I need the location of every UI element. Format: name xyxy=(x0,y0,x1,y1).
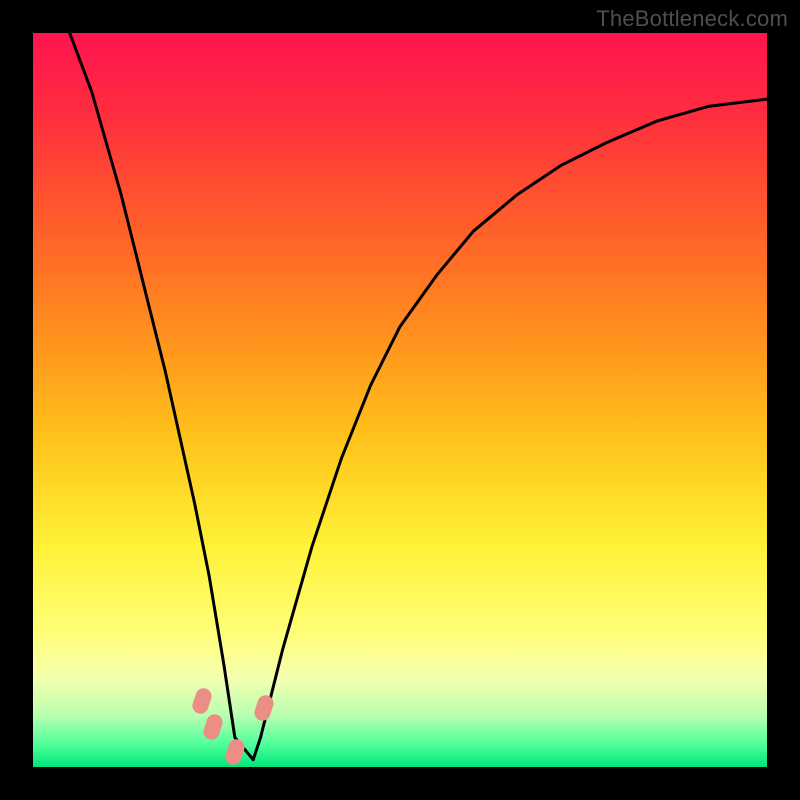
plot-area xyxy=(33,33,767,767)
chart-frame: TheBottleneck.com xyxy=(0,0,800,800)
watermark-text: TheBottleneck.com xyxy=(596,6,788,32)
background-gradient xyxy=(33,33,767,767)
